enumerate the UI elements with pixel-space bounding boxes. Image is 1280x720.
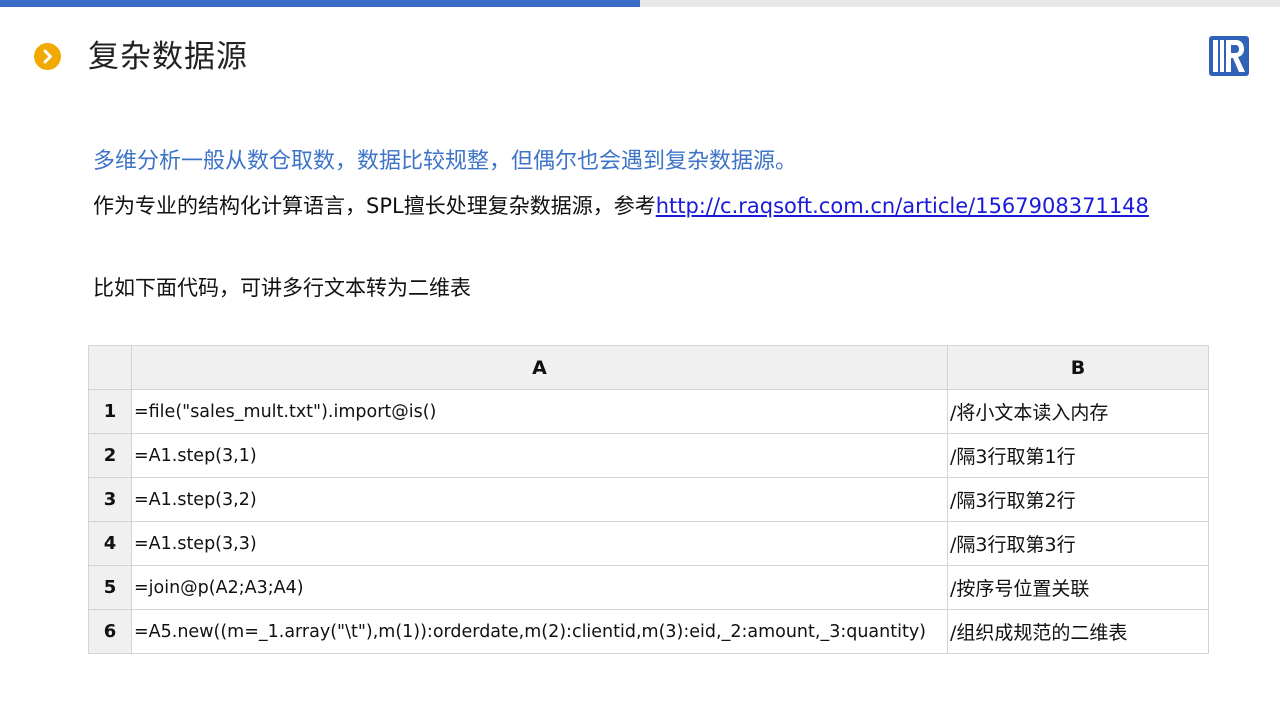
- column-header-a[interactable]: A: [131, 345, 948, 390]
- chevron-right-icon: [34, 43, 61, 70]
- comment-cell[interactable]: /将小文本读入内存: [947, 389, 1209, 434]
- comment-cell[interactable]: /隔3行取第1行: [947, 433, 1209, 478]
- intro-text: 作为专业的结构化计算语言，SPL擅长处理复杂数据源，参考: [93, 194, 656, 218]
- page-title: 复杂数据源: [88, 39, 248, 75]
- row-number[interactable]: 4: [88, 521, 132, 566]
- code-cell[interactable]: =A1.step(3,1): [131, 433, 948, 478]
- table-row: 5 =join@p(A2;A3;A4) /按序号位置关联: [88, 565, 1209, 610]
- intro-highlight-text: 多维分析一般从数仓取数，数据比较规整，但偶尔也会遇到复杂数据源。: [93, 149, 798, 174]
- row-number[interactable]: 5: [88, 565, 132, 610]
- header-row: A B: [88, 345, 1209, 390]
- table-row: 1 =file("sales_mult.txt").import@is() /将…: [88, 389, 1209, 434]
- top-gray-bar: [640, 0, 1280, 7]
- row-number[interactable]: 2: [88, 433, 132, 478]
- comment-cell[interactable]: /组织成规范的二维表: [947, 609, 1209, 654]
- code-grid-table: A B 1 =file("sales_mult.txt").import@is(…: [88, 345, 1209, 654]
- code-cell[interactable]: =file("sales_mult.txt").import@is(): [131, 389, 948, 434]
- row-number[interactable]: 3: [88, 477, 132, 522]
- example-text: 比如下面代码，可讲多行文本转为二维表: [93, 276, 471, 300]
- raqsoft-logo-icon: [1209, 36, 1249, 76]
- table-row: 6 =A5.new((m=_1.array("\t"),m(1)):orderd…: [88, 609, 1209, 654]
- comment-cell[interactable]: /隔3行取第2行: [947, 477, 1209, 522]
- column-header-b[interactable]: B: [947, 345, 1209, 390]
- comment-cell[interactable]: /隔3行取第3行: [947, 521, 1209, 566]
- table-row: 4 =A1.step(3,3) /隔3行取第3行: [88, 521, 1209, 566]
- intro-line: 作为专业的结构化计算语言，SPL擅长处理复杂数据源，参考http://c.raq…: [93, 190, 1149, 222]
- row-number[interactable]: 6: [88, 609, 132, 654]
- code-cell[interactable]: =A1.step(3,3): [131, 521, 948, 566]
- table-row: 2 =A1.step(3,1) /隔3行取第1行: [88, 433, 1209, 478]
- code-cell[interactable]: =A1.step(3,2): [131, 477, 948, 522]
- code-cell[interactable]: =join@p(A2;A3;A4): [131, 565, 948, 610]
- code-cell[interactable]: =A5.new((m=_1.array("\t"),m(1)):orderdat…: [131, 609, 948, 654]
- comment-cell[interactable]: /按序号位置关联: [947, 565, 1209, 610]
- article-link[interactable]: http://c.raqsoft.com.cn/article/15679083…: [656, 194, 1149, 218]
- top-accent-bar: [0, 0, 640, 7]
- table-row: 3 =A1.step(3,2) /隔3行取第2行: [88, 477, 1209, 522]
- row-number[interactable]: 1: [88, 389, 132, 434]
- corner-cell: [88, 345, 132, 390]
